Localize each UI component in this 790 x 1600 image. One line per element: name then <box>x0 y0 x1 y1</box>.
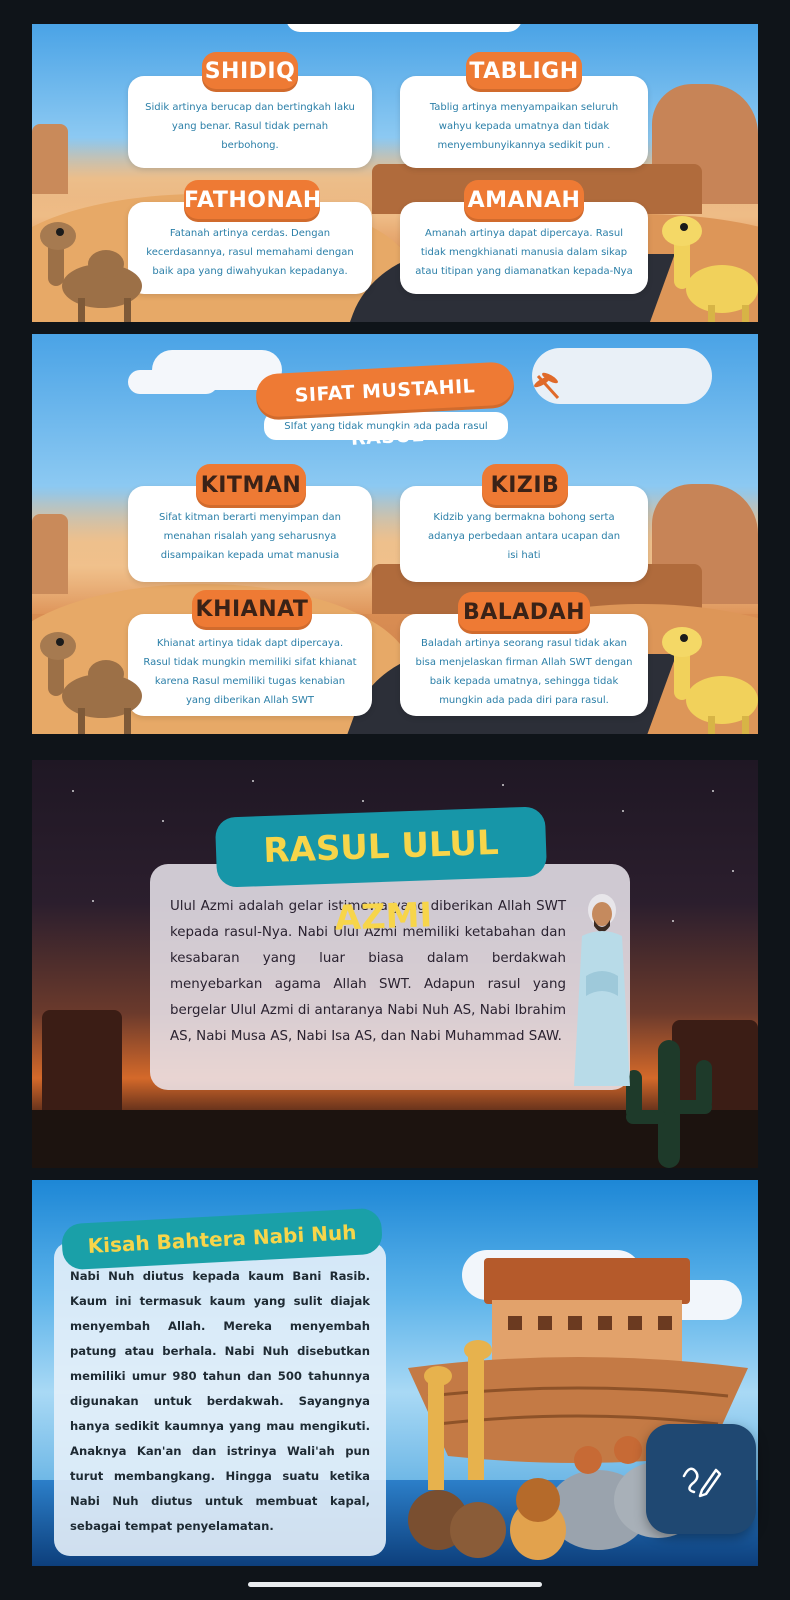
star <box>362 800 364 802</box>
pill-kizib: KIZIB <box>482 464 568 508</box>
pill-khianat: KHIANAT <box>192 590 312 630</box>
pill-amanah: AMANAH <box>464 180 584 222</box>
dragonfly-icon <box>534 372 560 400</box>
rock-silhouette <box>42 1010 122 1120</box>
star <box>672 920 674 922</box>
star <box>732 870 734 872</box>
brown-camel-illustration <box>40 632 142 734</box>
pill-fathonah: FATHONAH <box>184 180 321 222</box>
slide-sifat-mustahil[interactable]: SIfat yang tidak mungkin ada pada rasul … <box>32 334 758 734</box>
pill-tabligh: TABLIGH <box>466 52 582 92</box>
star <box>252 780 254 782</box>
home-indicator[interactable] <box>248 1582 542 1587</box>
star <box>72 790 74 792</box>
edit-annotate-button[interactable] <box>646 1424 756 1534</box>
slide-sifat-wajib[interactable]: Sidik artinya berucap dan bertingkah lak… <box>32 24 758 322</box>
yellow-camel-illustration <box>662 216 758 322</box>
ulul-azmi-title: RASUL ULUL AZMI <box>214 806 548 939</box>
star <box>502 784 504 786</box>
star <box>622 810 624 812</box>
brown-camel-illustration <box>40 222 142 322</box>
pill-baladah: BALADAH <box>458 592 590 634</box>
story-body: Nabi Nuh diutus kepada kaum Bani Rasib. … <box>70 1269 370 1533</box>
slide-ulul-azmi[interactable]: Ulul Azmi adalah gelar istimewa yang dib… <box>32 760 758 1168</box>
prev-slide-edge <box>286 24 522 32</box>
star <box>92 900 94 902</box>
pill-kitman: KITMAN <box>196 464 306 508</box>
prophet-figure-illustration <box>574 894 630 1086</box>
cloud <box>128 370 218 394</box>
star <box>712 790 714 792</box>
story-text-panel: Nabi Nuh diutus kepada kaum Bani Rasib. … <box>54 1242 386 1556</box>
rock-mesa <box>32 514 68 594</box>
pill-shidiq: SHIDIQ <box>202 52 298 92</box>
slide-viewer: Sidik artinya berucap dan bertingkah lak… <box>0 0 790 1600</box>
rock-mesa <box>32 124 68 194</box>
yellow-camel-illustration <box>662 627 758 734</box>
pencil-signature-icon <box>682 1467 722 1498</box>
star <box>162 820 164 822</box>
